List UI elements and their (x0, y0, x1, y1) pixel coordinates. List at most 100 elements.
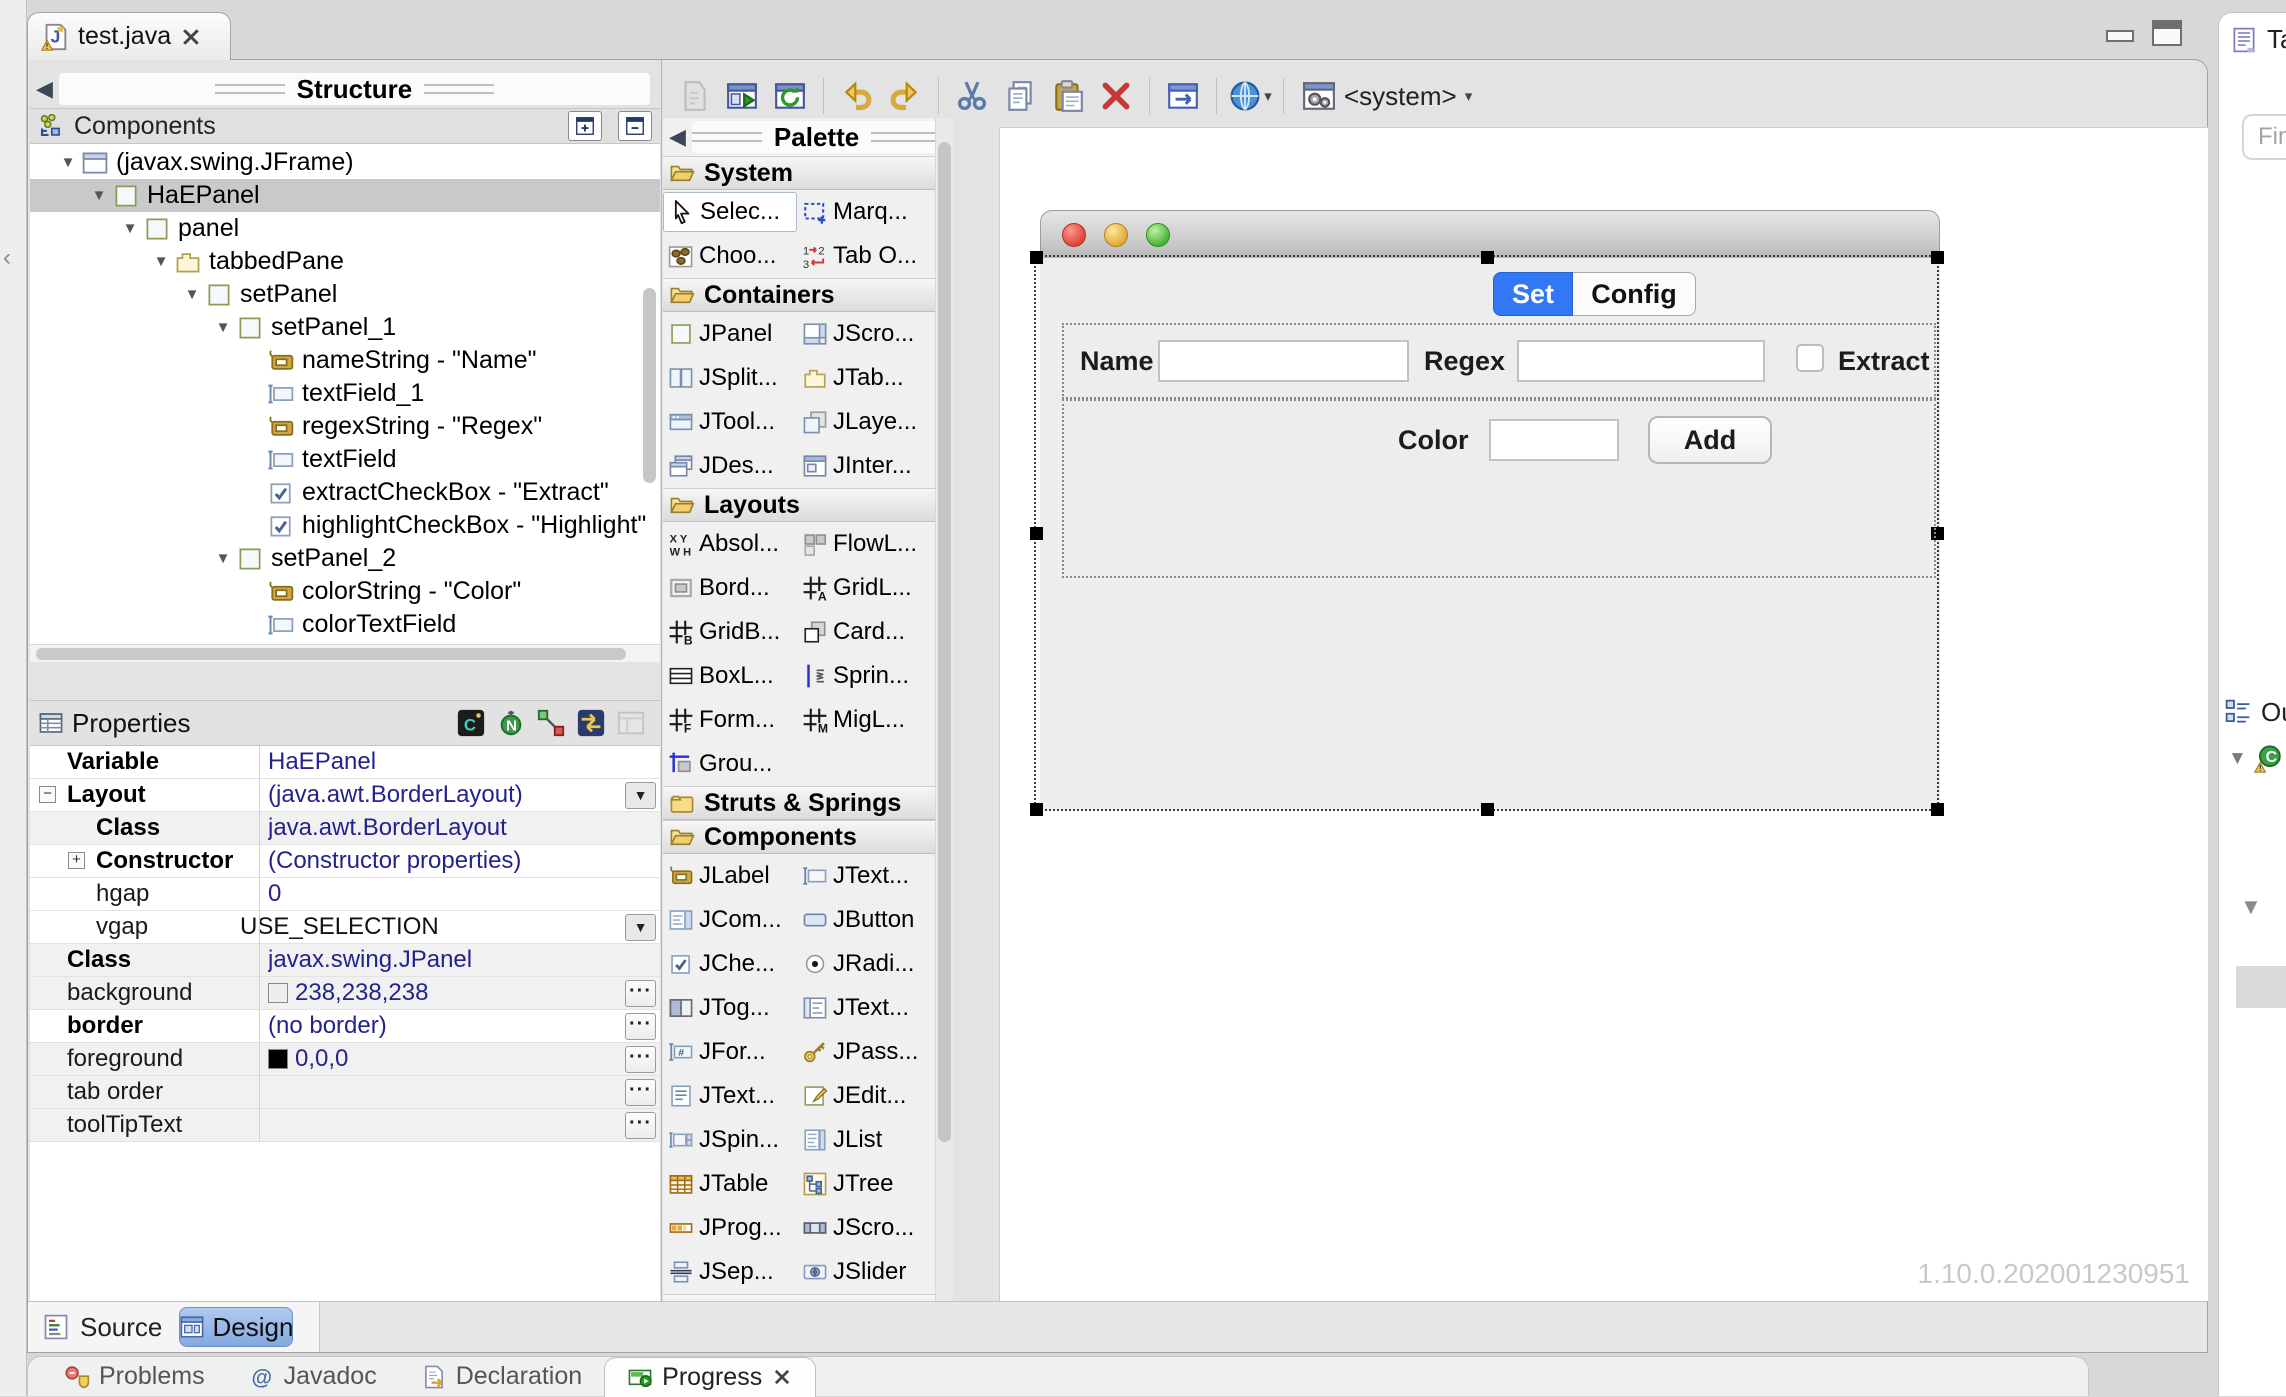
refresh-view-button[interactable] (767, 74, 813, 118)
tree-item-setpanel[interactable]: ▼setPanel (30, 278, 660, 311)
palette-item-bord-borderlayout[interactable]: Bord... (663, 568, 797, 608)
collapse-palette-arrow-icon[interactable]: ◀ (663, 124, 692, 150)
chevron-down-icon[interactable]: ▼ (2240, 894, 2262, 920)
view-tab-javadoc[interactable]: @Javadoc (227, 1357, 399, 1397)
palette-section-layouts[interactable]: Layouts (663, 488, 935, 522)
regex-field[interactable] (1517, 340, 1765, 382)
palette-item-boxl-boxlayout[interactable]: BoxL... (663, 656, 797, 696)
palette-section-partial[interactable] (663, 1294, 935, 1301)
palette-item-jradi-jradiobutton[interactable]: JRadi... (797, 944, 931, 984)
expander-open-icon[interactable]: ▼ (55, 154, 81, 171)
collapse-all-button[interactable] (618, 111, 652, 141)
collapsed-left-panel-strip[interactable] (0, 0, 27, 1396)
palette-item-jtable-jtable[interactable]: JTable (663, 1164, 797, 1204)
tab-outline[interactable]: Ou (2224, 688, 2286, 736)
palette-item-jlist-jlist[interactable]: JList (797, 1120, 931, 1160)
palette-scrollbar[interactable] (935, 118, 953, 1301)
add-button[interactable]: Add (1648, 416, 1772, 464)
maximize-button[interactable] (2152, 20, 2182, 46)
property-value[interactable]: java.awt.BorderLayout (268, 812, 620, 844)
view-tab-problems[interactable]: Problems (42, 1357, 227, 1397)
property-row-class[interactable]: Classjava.awt.BorderLayout (30, 812, 660, 845)
redo-button[interactable] (882, 74, 928, 118)
palette-section-containers[interactable]: Containers (663, 278, 935, 312)
restore-defaults-button[interactable] (616, 708, 646, 738)
property-value[interactable]: HaEPanel (268, 746, 620, 778)
goto-definition-button[interactable]: N (496, 708, 526, 738)
externalize-button[interactable] (1160, 74, 1206, 118)
property-dropdown-button[interactable]: ▼ (625, 914, 656, 941)
palette-item-jtext-jtextarea[interactable]: JText... (663, 1076, 797, 1116)
collapse-structure-arrow-icon[interactable]: ◀ (30, 76, 59, 102)
close-icon[interactable] (179, 25, 203, 49)
palette-item-tab-o-taborder[interactable]: 123Tab O... (797, 236, 931, 276)
palette-item-jdes-jdesktoppane[interactable]: JDes... (663, 446, 797, 486)
property-value[interactable]: 238,238,238 (268, 977, 620, 1009)
palette-item-jslider-jslider[interactable]: JSlider (797, 1252, 931, 1292)
palette-item-jsplit-jsplitpane[interactable]: JSplit... (663, 358, 797, 398)
categories-button[interactable]: C (456, 708, 486, 738)
view-tab-progress[interactable]: Progress (604, 1357, 816, 1397)
property-row-constructor[interactable]: +Constructor(Constructor properties) (30, 845, 660, 878)
expander-open-icon[interactable]: ▼ (210, 319, 236, 336)
palette-drag-band[interactable]: Palette (692, 121, 935, 153)
palette-item-flowl-flowlayout[interactable]: FlowL... (797, 524, 931, 564)
property-dropdown-button[interactable]: ▼ (625, 782, 656, 809)
expander-open-icon[interactable]: ▼ (117, 220, 143, 237)
palette-item-jcom-jcombobox[interactable]: JCom... (663, 900, 797, 940)
expand-property-icon[interactable]: + (68, 852, 85, 869)
editor-tab-testjava[interactable]: J! test.java (27, 12, 231, 60)
tree-item-colortextfield[interactable]: colorTextField (30, 608, 660, 641)
convert-button[interactable] (576, 708, 606, 738)
palette-item-migl-grid-m[interactable]: MMigL... (797, 700, 931, 740)
palette-item-gridb-grid-b[interactable]: BGridB... (663, 612, 797, 652)
preview-tab-config[interactable]: Config (1573, 272, 1696, 316)
palette-item-jsep-jseparator[interactable]: JSep... (663, 1252, 797, 1292)
close-traffic-light-icon[interactable] (1062, 223, 1086, 247)
expander-open-icon[interactable]: ▼ (86, 187, 112, 204)
property-row-background[interactable]: background238,238,238··· (30, 977, 660, 1010)
palette-item-jche-jcheckbox[interactable]: JChe... (663, 944, 797, 984)
palette-item-jprog-jprogressbar[interactable]: JProg... (663, 1208, 797, 1248)
tree-item-namestring-name[interactable]: nameString - "Name" (30, 344, 660, 377)
palette-item-jtext-jtextpane[interactable]: JText... (797, 988, 931, 1028)
palette-item-form-grid-f[interactable]: FForm... (663, 700, 797, 740)
palette-item-selec-cursor[interactable]: Selec... (663, 192, 797, 232)
palette-item-jspin-jspinner[interactable]: JSpin... (663, 1120, 797, 1160)
find-input[interactable]: Fin (2242, 114, 2286, 160)
palette-scrollbar-thumb[interactable] (938, 142, 951, 1142)
property-value[interactable]: javax.swing.JPanel (268, 944, 620, 976)
expander-open-icon[interactable]: ▼ (148, 253, 174, 270)
property-ellipsis-button[interactable]: ··· (625, 980, 656, 1007)
extract-checkbox[interactable] (1796, 344, 1824, 372)
property-row-tooltiptext[interactable]: toolTipText··· (30, 1109, 660, 1142)
property-value[interactable]: (java.awt.BorderLayout) (268, 779, 620, 811)
expand-all-button[interactable] (568, 111, 602, 141)
palette-item-choo-beans[interactable]: Choo... (663, 236, 797, 276)
tree-item-textfield-1[interactable]: textField_1 (30, 377, 660, 410)
tree-item-javax-swing-jframe[interactable]: ▼(javax.swing.JFrame) (30, 146, 660, 179)
minimize-traffic-light-icon[interactable] (1104, 223, 1128, 247)
property-row-border[interactable]: border(no border)··· (30, 1010, 660, 1043)
globe-button[interactable]: ▾ (1227, 74, 1273, 118)
palette-item-jlaye-jlayeredpane[interactable]: JLaye... (797, 402, 931, 442)
property-ellipsis-button[interactable]: ··· (625, 1013, 656, 1040)
delete-button[interactable] (1093, 74, 1139, 118)
property-ellipsis-button[interactable]: ··· (625, 1079, 656, 1106)
palette-item-card-cardlayout[interactable]: Card... (797, 612, 931, 652)
color-field[interactable] (1489, 419, 1619, 461)
selection-handle[interactable] (1931, 803, 1944, 816)
palette-item-jscro-jscrollpane[interactable]: JScro... (797, 314, 931, 354)
view-tab-declaration[interactable]: Declaration (399, 1357, 604, 1397)
palette-section-components[interactable]: Components (663, 820, 935, 854)
preview-tab-set[interactable]: Set (1493, 272, 1573, 316)
palette-section-struts-springs[interactable]: Struts & Springs (663, 786, 935, 820)
property-row-vgap[interactable]: vgapUSE_SELECTION▼ (30, 911, 660, 944)
property-ellipsis-button[interactable]: ··· (625, 1112, 656, 1139)
tree-item-colorstring-color[interactable]: colorString - "Color" (30, 575, 660, 608)
wizard-button[interactable] (671, 74, 717, 118)
selection-handle[interactable] (1481, 803, 1494, 816)
selection-handle[interactable] (1030, 251, 1043, 264)
selection-handle[interactable] (1030, 527, 1043, 540)
tab-tasks[interactable]: Ta (2230, 24, 2286, 55)
